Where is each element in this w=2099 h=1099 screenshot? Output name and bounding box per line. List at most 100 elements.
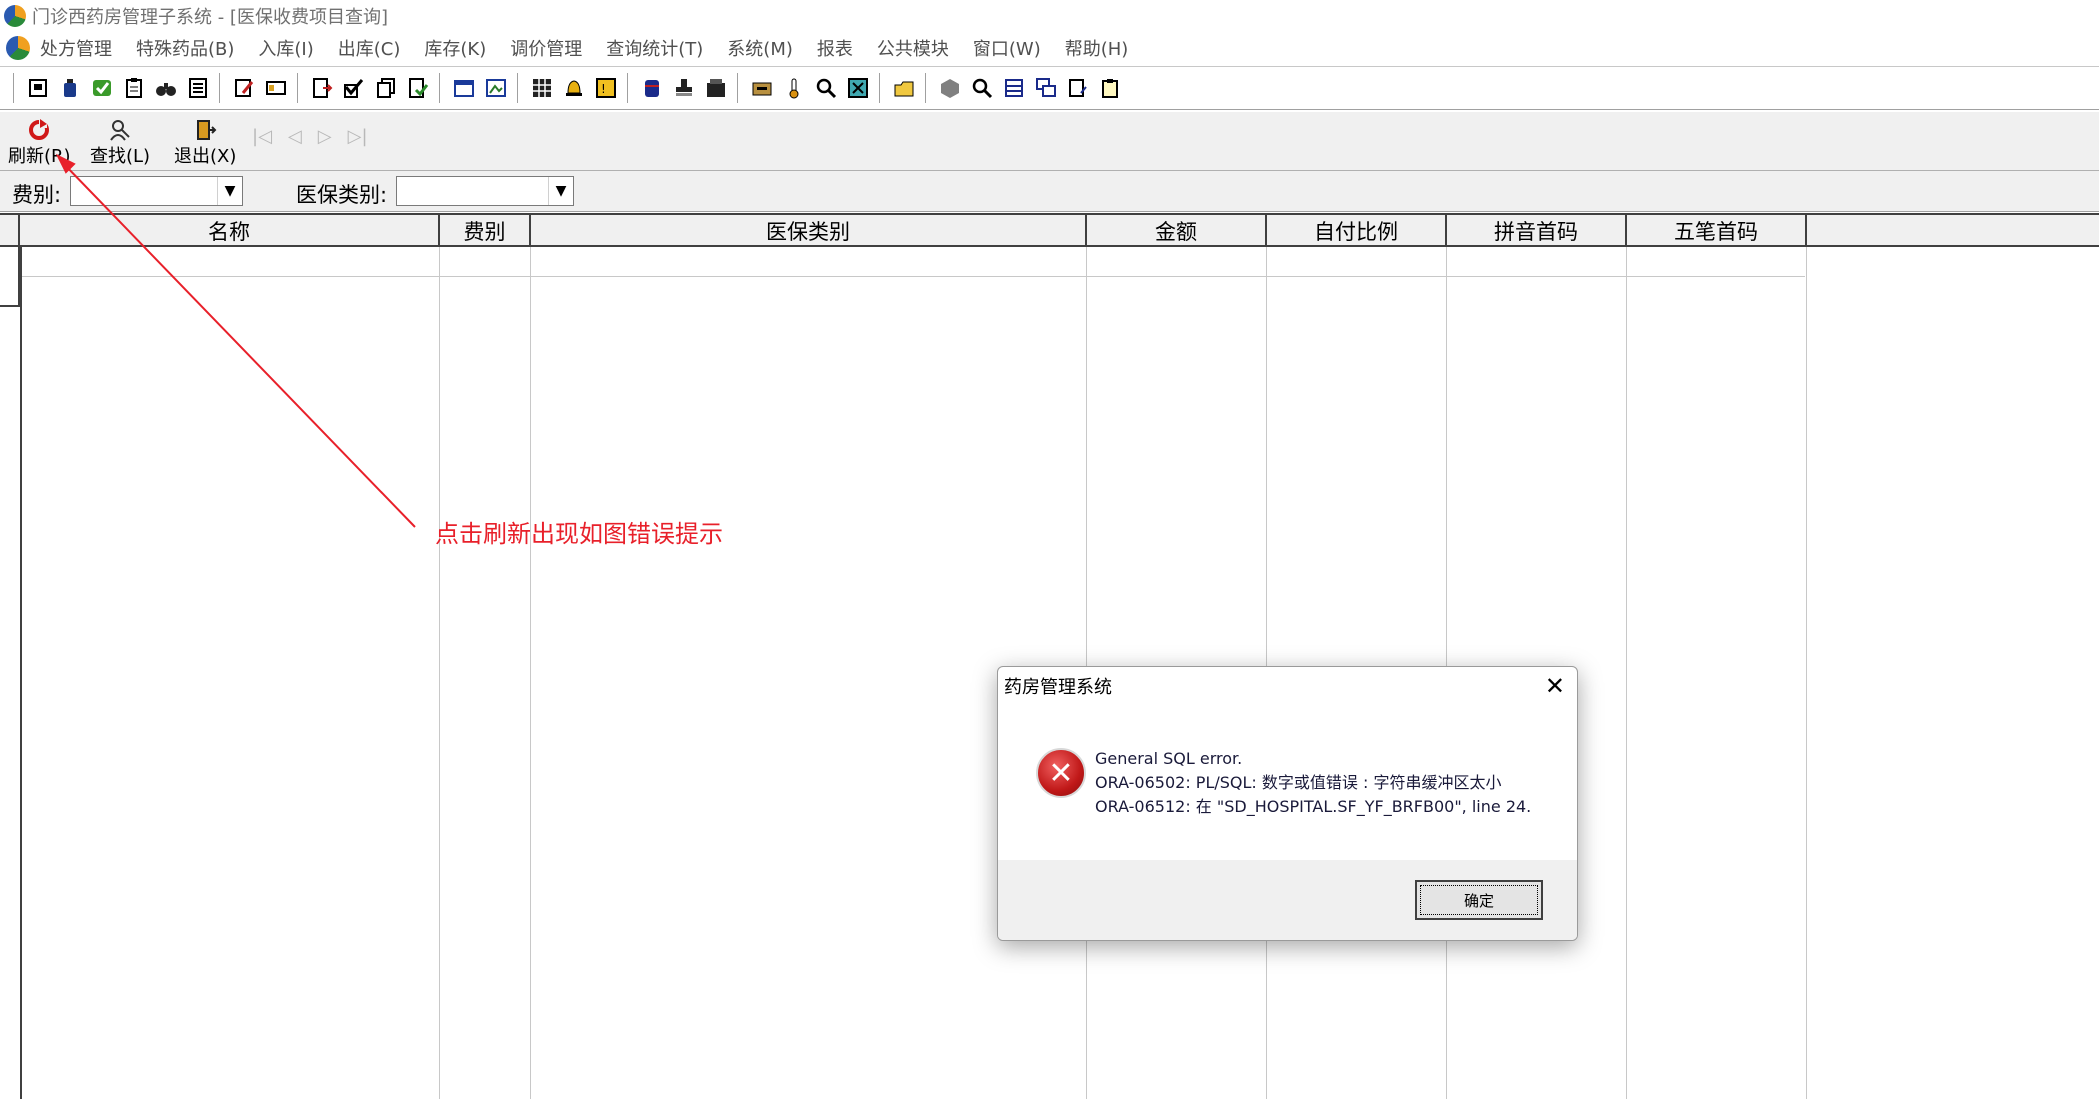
row-divider xyxy=(20,276,1805,277)
insurance-type-select[interactable]: ▼ xyxy=(396,176,574,206)
message-line: ORA-06512: 在 "SD_HOSPITAL.SF_YF_BRFB00",… xyxy=(1095,797,1532,816)
refresh-button[interactable]: 刷新(R) xyxy=(8,118,71,168)
filter-bar: 费别: ▼ 医保类别: ▼ xyxy=(0,171,2099,212)
chevron-down-icon[interactable]: ▼ xyxy=(217,177,242,205)
ok-button[interactable]: 确定 xyxy=(1415,880,1543,920)
folder-icon[interactable] xyxy=(891,75,917,101)
dialog-title: 药房管理系统 xyxy=(1004,677,1112,698)
column-header-self-pay-ratio[interactable]: 自付比例 xyxy=(1267,215,1447,247)
menu-system[interactable]: 系统(M) xyxy=(727,35,793,61)
menu-stock-in[interactable]: 入库(I) xyxy=(258,35,313,61)
main-toolbar: ! xyxy=(0,66,2099,110)
close-icon[interactable]: ✕ xyxy=(1545,669,1565,703)
toolbar-separator xyxy=(439,73,443,103)
find-button[interactable]: 查找(L) xyxy=(90,118,150,168)
column-divider xyxy=(439,247,440,1099)
notes-icon[interactable] xyxy=(1065,75,1091,101)
menu-help[interactable]: 帮助(H) xyxy=(1065,35,1129,61)
cube-icon[interactable] xyxy=(937,75,963,101)
toolbar-separator xyxy=(737,73,741,103)
magnifier-icon[interactable] xyxy=(813,75,839,101)
row-indicator-header xyxy=(0,215,20,247)
window-titlebar: 门诊西药房管理子系统 - [医保收费项目查询] xyxy=(0,0,2099,32)
checklist-icon[interactable] xyxy=(341,75,367,101)
form-icon[interactable] xyxy=(451,75,477,101)
copy-icon[interactable] xyxy=(373,75,399,101)
edit-doc-icon[interactable] xyxy=(231,75,257,101)
clipboard-check-icon[interactable] xyxy=(1097,75,1123,101)
printer-icon[interactable] xyxy=(25,75,51,101)
menu-window[interactable]: 窗口(W) xyxy=(973,35,1041,61)
warning-box-icon[interactable]: ! xyxy=(593,75,619,101)
bottle-icon[interactable] xyxy=(57,75,83,101)
toolbar-separator xyxy=(219,73,223,103)
menu-special-drugs[interactable]: 特殊药品(B) xyxy=(136,35,234,61)
error-dialog: 药房管理系统 ✕ ✕ General SQL error. ORA-06502:… xyxy=(997,666,1578,941)
windows-icon[interactable] xyxy=(1033,75,1059,101)
find-person-icon xyxy=(108,118,132,146)
column-header-name[interactable]: 名称 xyxy=(20,215,440,247)
column-header-fee-type[interactable]: 费别 xyxy=(440,215,531,247)
chevron-down-icon[interactable]: ▼ xyxy=(548,177,573,205)
toolbar-separator xyxy=(517,73,521,103)
column-header-wubi-code[interactable]: 五笔首码 xyxy=(1627,215,1807,247)
menu-price-adjust[interactable]: 调价管理 xyxy=(510,35,582,61)
insurance-type-label: 医保类别: xyxy=(296,183,388,207)
table-icon[interactable] xyxy=(1001,75,1027,101)
cancel-box-icon[interactable] xyxy=(845,75,871,101)
clipboard-icon[interactable] xyxy=(121,75,147,101)
menu-common-modules[interactable]: 公共模块 xyxy=(877,35,949,61)
exit-door-icon xyxy=(193,118,217,146)
menu-reports[interactable]: 报表 xyxy=(817,35,853,61)
binoculars-icon[interactable] xyxy=(153,75,179,101)
toolbar-separator xyxy=(925,73,929,103)
cabinet-icon[interactable] xyxy=(749,75,775,101)
column-header-amount[interactable]: 金额 xyxy=(1087,215,1267,247)
column-header-insurance-type[interactable]: 医保类别 xyxy=(531,215,1087,247)
card-icon[interactable] xyxy=(263,75,289,101)
window-title: 门诊西药房管理子系统 - [医保收费项目查询] xyxy=(32,7,388,28)
grid-icon[interactable] xyxy=(529,75,555,101)
column-divider xyxy=(1626,247,1627,1099)
dialog-message: General SQL error. ORA-06502: PL/SQL: 数字… xyxy=(1095,747,1531,819)
thermometer-icon[interactable] xyxy=(781,75,807,101)
menu-prescription[interactable]: 处方管理 xyxy=(40,35,112,61)
find-label: 查找(L) xyxy=(90,146,151,167)
exit-button[interactable]: 退出(X) xyxy=(174,118,236,168)
menu-query-stats[interactable]: 查询统计(T) xyxy=(606,35,703,61)
row-indicator[interactable] xyxy=(0,247,20,307)
page-export-icon[interactable] xyxy=(309,75,335,101)
barrel-icon[interactable] xyxy=(639,75,665,101)
page-check-icon[interactable] xyxy=(405,75,431,101)
crate-icon[interactable] xyxy=(703,75,729,101)
document-list-icon[interactable] xyxy=(185,75,211,101)
check-box-icon[interactable] xyxy=(89,75,115,101)
toolbar-separator xyxy=(13,73,17,103)
fee-type-label: 费别: xyxy=(12,183,62,207)
annotation-text: 点击刷新出现如图错误提示 xyxy=(435,520,723,548)
fee-type-select[interactable]: ▼ xyxy=(70,176,243,206)
first-record-icon[interactable]: |◁ xyxy=(252,126,272,147)
menu-bar: 处方管理 特殊药品(B) 入库(I) 出库(C) 库存(K) 调价管理 查询统计… xyxy=(0,32,2099,64)
results-grid: 名称 费别 医保类别 金额 自付比例 拼音首码 五笔首码 xyxy=(0,213,2099,1099)
exit-label: 退出(X) xyxy=(174,146,237,167)
last-record-icon[interactable]: ▷| xyxy=(348,126,368,147)
column-header-pinyin-code[interactable]: 拼音首码 xyxy=(1447,215,1627,247)
menu-inventory[interactable]: 库存(K) xyxy=(424,35,486,61)
column-divider xyxy=(1806,247,1807,1099)
next-record-icon[interactable]: ▷ xyxy=(318,126,332,147)
stamp-icon[interactable] xyxy=(671,75,697,101)
menu-stock-out[interactable]: 出库(C) xyxy=(338,35,401,61)
bell-icon[interactable] xyxy=(561,75,587,101)
toolbar-separator xyxy=(879,73,883,103)
column-divider xyxy=(530,247,531,1099)
row-header-border xyxy=(20,247,22,1099)
record-navigator: |◁ ◁ ▷ ▷| xyxy=(252,126,368,147)
image-box-icon[interactable] xyxy=(483,75,509,101)
prev-record-icon[interactable]: ◁ xyxy=(288,126,302,147)
error-icon: ✕ xyxy=(1036,748,1086,798)
zoom-icon[interactable] xyxy=(969,75,995,101)
action-bar: 刷新(R) 查找(L) 退出(X) |◁ ◁ ▷ ▷| xyxy=(0,112,2099,171)
system-menu-icon[interactable] xyxy=(6,36,30,60)
refresh-icon xyxy=(27,118,51,146)
